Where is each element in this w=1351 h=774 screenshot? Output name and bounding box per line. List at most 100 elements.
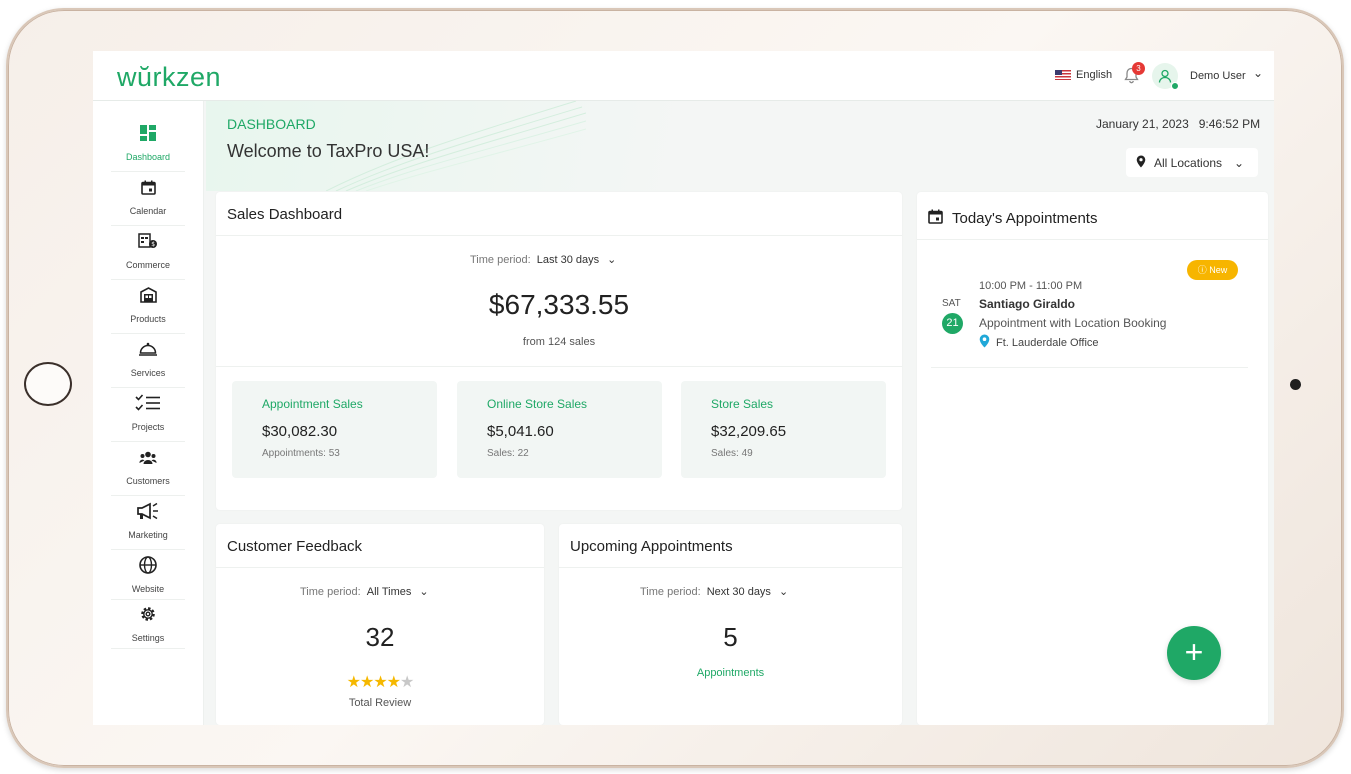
star-filled-icon: ★ (386, 674, 401, 691)
star-filled-icon: ★ (346, 674, 361, 691)
sidebar-item-label: Calendar (129, 206, 167, 216)
card-title: Customer Feedback (227, 538, 363, 555)
stat-online-store-sales[interactable]: Online Store Sales $5,041.60 Sales: 22 (457, 381, 662, 478)
period-value: Next 30 days (706, 586, 771, 598)
stat-sub: Appointments: 53 (262, 448, 340, 459)
appointment-location: Ft. Lauderdale Office (979, 334, 1099, 351)
stat-title: Appointment Sales (262, 397, 363, 411)
upcoming-caption[interactable]: Appointments (559, 667, 902, 679)
sidebar-item-label: Customers (126, 476, 170, 486)
add-appointment-button[interactable]: + (1167, 626, 1221, 680)
dashboard-icon (111, 124, 185, 148)
appointment-time: 10:00 PM - 11:00 PM (979, 280, 1083, 292)
upcoming-count: 5 (723, 622, 738, 652)
globe-icon (111, 556, 185, 580)
star-empty-icon: ★ (400, 674, 414, 691)
sidebar-item-website[interactable]: Website (111, 552, 185, 600)
sidebar-item-label: Settings (131, 633, 165, 643)
sidebar-item-label: Products (130, 314, 166, 324)
sidebar-item-label: Website (131, 584, 165, 594)
sidebar-item-customers[interactable]: Customers (111, 444, 185, 496)
products-icon (111, 286, 185, 310)
divider (216, 235, 902, 236)
customer-feedback-card: Customer Feedback Time period: All Times ⌄… (216, 524, 544, 725)
online-status-dot (1171, 82, 1179, 90)
chevron-down-icon: ⌄ (607, 254, 617, 266)
period-value: All Times (366, 586, 412, 598)
appointment-location-label: Ft. Lauderdale Office (996, 336, 1099, 349)
stat-appointment-sales[interactable]: Appointment Sales $30,082.30 Appointment… (232, 381, 437, 478)
app-screen: wŭrkzen English 3 Demo User ⌄ Dashboard … (93, 51, 1274, 725)
location-pin-icon (979, 334, 990, 351)
sidebar-item-marketing[interactable]: Marketing (111, 498, 185, 550)
camera-dot (1290, 379, 1301, 390)
sidebar-item-label: Dashboard (125, 152, 171, 162)
sidebar-item-commerce[interactable]: $ Commerce (111, 228, 185, 280)
sidebar-item-products[interactable]: Products (111, 282, 185, 334)
period-label: Time period: (470, 254, 531, 266)
stat-sub: Sales: 49 (711, 448, 753, 459)
period-value: Last 30 days (536, 254, 600, 266)
upcoming-period-select[interactable]: Time period: Next 30 days ⌄ (640, 585, 788, 598)
notification-badge: 3 (1132, 62, 1145, 75)
sidebar-item-label: Marketing (128, 530, 168, 540)
customers-icon (111, 448, 185, 472)
new-badge-label: New (1209, 265, 1228, 275)
sales-period-select[interactable]: Time period: Last 30 days ⌄ (470, 253, 616, 266)
commerce-icon: $ (111, 232, 185, 256)
top-bar: wŭrkzen English 3 Demo User ⌄ (93, 51, 1274, 101)
sidebar-item-projects[interactable]: Projects (111, 390, 185, 442)
card-title: Today's Appointments (952, 210, 1098, 227)
stat-title: Online Store Sales (487, 397, 588, 411)
star-filled-icon: ★ (359, 674, 374, 691)
divider (917, 239, 1268, 240)
divider (559, 567, 902, 568)
sidebar-item-settings[interactable]: Settings (111, 601, 185, 649)
total-sales-count: from 124 sales (522, 336, 596, 348)
breadcrumb: DASHBOARD (227, 116, 316, 132)
period-label: Time period: (640, 586, 701, 598)
sidebar-item-label: Services (130, 368, 166, 378)
projects-icon (111, 394, 185, 418)
stat-title: Store Sales (711, 397, 774, 411)
appointment-weekday: SAT (942, 298, 961, 309)
sidebar-item-dashboard[interactable]: Dashboard (111, 120, 185, 172)
period-label: Time period: (300, 586, 361, 598)
star-rating: ★★★★★ (216, 672, 544, 692)
sales-dashboard-card: Sales Dashboard Time period: Last 30 days… (216, 192, 902, 510)
gear-icon (111, 605, 185, 629)
chevron-down-icon: ⌄ (419, 586, 429, 598)
card-title: Sales Dashboard (227, 206, 343, 223)
review-count: 32 (365, 622, 395, 652)
upcoming-appointments-card: Upcoming Appointments Time period: Next 3… (559, 524, 902, 725)
new-badge: ⓘ New (1187, 260, 1238, 280)
star-filled-icon: ★ (373, 674, 387, 691)
services-icon (111, 340, 185, 364)
location-select[interactable]: All Locations ⌄ (1126, 148, 1258, 177)
language-label: English (1076, 69, 1113, 81)
megaphone-icon (111, 502, 185, 526)
chevron-down-icon[interactable]: ⌄ (1253, 66, 1263, 80)
location-pin-icon (1136, 155, 1146, 171)
calendar-icon (111, 178, 185, 202)
divider (216, 567, 544, 568)
appointment-customer[interactable]: Santiago Giraldo (979, 297, 1075, 311)
calendar-icon (928, 209, 943, 224)
chevron-down-icon: ⌄ (778, 586, 789, 598)
sidebar-item-services[interactable]: Services (111, 336, 185, 388)
sidebar-item-label: Projects (131, 422, 165, 432)
us-flag-icon (1055, 70, 1071, 80)
review-caption: Total Review (348, 697, 412, 709)
current-datetime: January 21, 2023 9:46:52 PM (1096, 117, 1261, 131)
language-selector[interactable]: English (1055, 69, 1112, 81)
sidebar-item-label: Commerce (125, 260, 170, 270)
stat-store-sales[interactable]: Store Sales $32,209.65 Sales: 49 (681, 381, 886, 478)
sidebar-item-calendar[interactable]: Calendar (111, 174, 185, 226)
stat-sub: Sales: 22 (487, 448, 529, 459)
todays-appointments-card: Today's Appointments ⓘ New 10:00 PM - 11… (917, 192, 1268, 725)
total-sales-amount: $67,333.55 (488, 289, 630, 320)
brand-logo[interactable]: wŭrkzen (117, 62, 221, 93)
feedback-period-select[interactable]: Time period: All Times ⌄ (300, 585, 429, 598)
user-name[interactable]: Demo User (1190, 70, 1246, 82)
stat-value: $32,209.65 (711, 423, 787, 440)
